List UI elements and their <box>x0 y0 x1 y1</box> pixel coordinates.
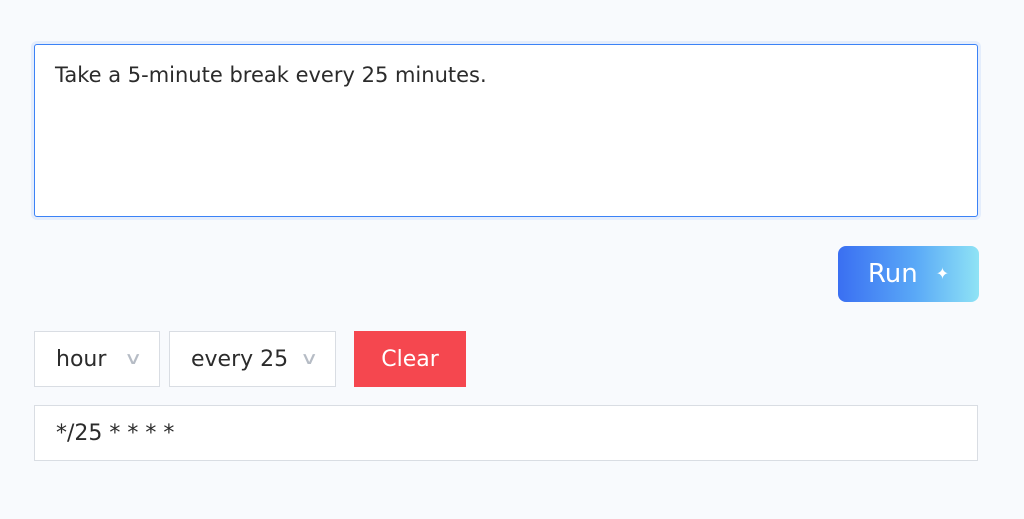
clear-button[interactable]: Clear <box>354 331 466 387</box>
interval-select[interactable]: every 25 ∨ <box>169 331 336 387</box>
prompt-textarea[interactable]: Take a 5-minute break every 25 minutes. <box>34 44 978 217</box>
chevron-down-icon: ∨ <box>299 349 319 369</box>
cron-expression-output[interactable]: */25 * * * * <box>34 405 978 461</box>
unit-select-value: hour <box>56 346 107 372</box>
unit-select[interactable]: hour ∨ <box>34 331 160 387</box>
run-button-label: Run <box>867 259 918 289</box>
run-button[interactable]: Run ✦ <box>838 246 979 302</box>
chevron-down-icon: ∨ <box>123 349 143 369</box>
sparkle-icon: ✦ <box>935 264 950 283</box>
interval-select-value: every 25 <box>191 346 289 372</box>
